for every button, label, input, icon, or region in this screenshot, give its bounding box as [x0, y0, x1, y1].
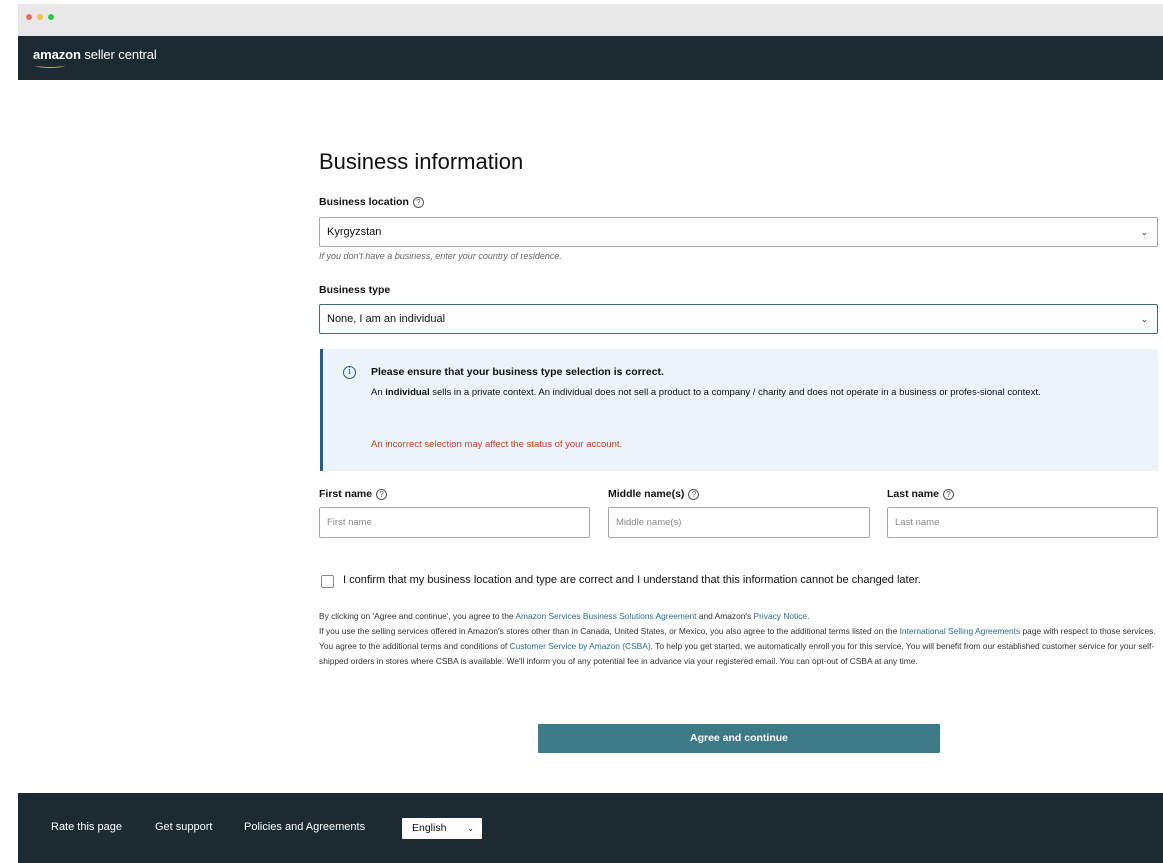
- chevron-down-icon: ⌄: [1140, 227, 1148, 237]
- privacy-notice-link[interactable]: Privacy Notice: [754, 611, 808, 621]
- last-name-label-text: Last name: [887, 488, 939, 500]
- language-value: English: [412, 822, 447, 834]
- legal-paragraph-1: By clicking on 'Agree and continue', you…: [319, 609, 1160, 624]
- page-title: Business information: [319, 149, 524, 174]
- notice-body-prefix: An: [371, 387, 386, 398]
- notice-heading: Please ensure that your business type se…: [371, 366, 664, 378]
- notice-warning: An incorrect selection may affect the st…: [371, 439, 623, 450]
- csba-link[interactable]: Customer Service by Amazon (CSBA): [510, 641, 651, 651]
- business-location-label: Business location?: [319, 196, 424, 208]
- notice-body-suffix: sells in a private context. An individua…: [429, 387, 1041, 398]
- legal-paragraph-3: You agree to the additional terms and co…: [319, 639, 1160, 669]
- confirm-checkbox[interactable]: [321, 575, 334, 588]
- business-type-label: Business type: [319, 284, 390, 296]
- chevron-down-icon: ⌄: [1140, 314, 1148, 324]
- legal-p1-a: By clicking on 'Agree and continue', you…: [319, 611, 516, 621]
- legal-p2-a: If you use the selling services offered …: [319, 626, 900, 636]
- legal-p3-a: You agree to the additional terms and co…: [319, 641, 510, 651]
- business-type-label-text: Business type: [319, 284, 391, 296]
- business-location-select[interactable]: Kyrgyzstan ⌄: [319, 217, 1158, 247]
- help-icon[interactable]: ?: [412, 197, 424, 208]
- first-name-label: First name?: [319, 488, 388, 500]
- top-navigation-bar: amazon seller central: [18, 36, 1163, 80]
- first-name-field[interactable]: First name: [319, 507, 590, 538]
- info-icon: i: [343, 366, 356, 379]
- agree-and-continue-button[interactable]: Agree and continue: [538, 724, 940, 753]
- legal-text: By clicking on 'Agree and continue', you…: [319, 609, 1160, 669]
- international-selling-agreements-link[interactable]: International Selling Agreements: [900, 626, 1021, 636]
- rate-this-page-link[interactable]: Rate this page: [51, 821, 122, 833]
- legal-p1-b: and Amazon's: [696, 611, 754, 621]
- legal-paragraph-2: If you use the selling services offered …: [319, 624, 1160, 639]
- middle-name-label: Middle name(s)?: [608, 488, 700, 500]
- page-footer: Rate this page Get support Policies and …: [18, 793, 1163, 863]
- get-support-link[interactable]: Get support: [155, 821, 212, 833]
- notice-body-bold: individual: [385, 387, 430, 398]
- business-type-notice: i Please ensure that your business type …: [320, 349, 1158, 471]
- confirm-checkbox-label[interactable]: I confirm that my business location and …: [343, 574, 921, 586]
- maximize-window-button[interactable]: [48, 14, 54, 20]
- business-location-label-text: Business location: [319, 196, 409, 208]
- business-type-select[interactable]: None, I am an individual ⌄: [319, 304, 1158, 334]
- business-type-value: None, I am an individual: [327, 313, 446, 325]
- last-name-field[interactable]: Last name: [887, 507, 1158, 538]
- window-titlebar: [18, 4, 1163, 36]
- business-location-hint: If you don't have a business, enter your…: [319, 251, 562, 261]
- middle-name-field[interactable]: Middle name(s): [608, 507, 870, 538]
- close-window-button[interactable]: [26, 14, 32, 20]
- window-controls: [26, 14, 54, 20]
- business-solutions-agreement-link[interactable]: Amazon Services Business Solutions Agree…: [515, 611, 696, 621]
- notice-body: An individual sells in a private context…: [371, 385, 1141, 401]
- minimize-window-button[interactable]: [37, 14, 43, 20]
- legal-p1-c: .: [807, 611, 810, 621]
- legal-p2-b: page with respect to those services.: [1020, 626, 1156, 636]
- last-name-label: Last name?: [887, 488, 954, 500]
- amazon-seller-central-logo[interactable]: amazon seller central: [33, 47, 157, 68]
- language-select[interactable]: English ⌄: [402, 818, 482, 839]
- policies-and-agreements-link[interactable]: Policies and Agreements: [244, 821, 365, 833]
- help-icon[interactable]: ?: [376, 489, 388, 500]
- first-name-label-text: First name: [319, 488, 373, 500]
- browser-window: amazon seller central Business informati…: [18, 4, 1163, 863]
- chevron-down-icon: ⌄: [467, 824, 474, 833]
- logo-brand-rest: seller central: [80, 47, 157, 62]
- business-location-value: Kyrgyzstan: [327, 226, 382, 238]
- logo-brand-bold: amazon: [33, 47, 81, 62]
- amazon-smile-icon: [35, 63, 65, 68]
- help-icon[interactable]: ?: [688, 489, 700, 500]
- help-icon[interactable]: ?: [942, 489, 954, 500]
- middle-name-label-text: Middle name(s): [608, 488, 685, 500]
